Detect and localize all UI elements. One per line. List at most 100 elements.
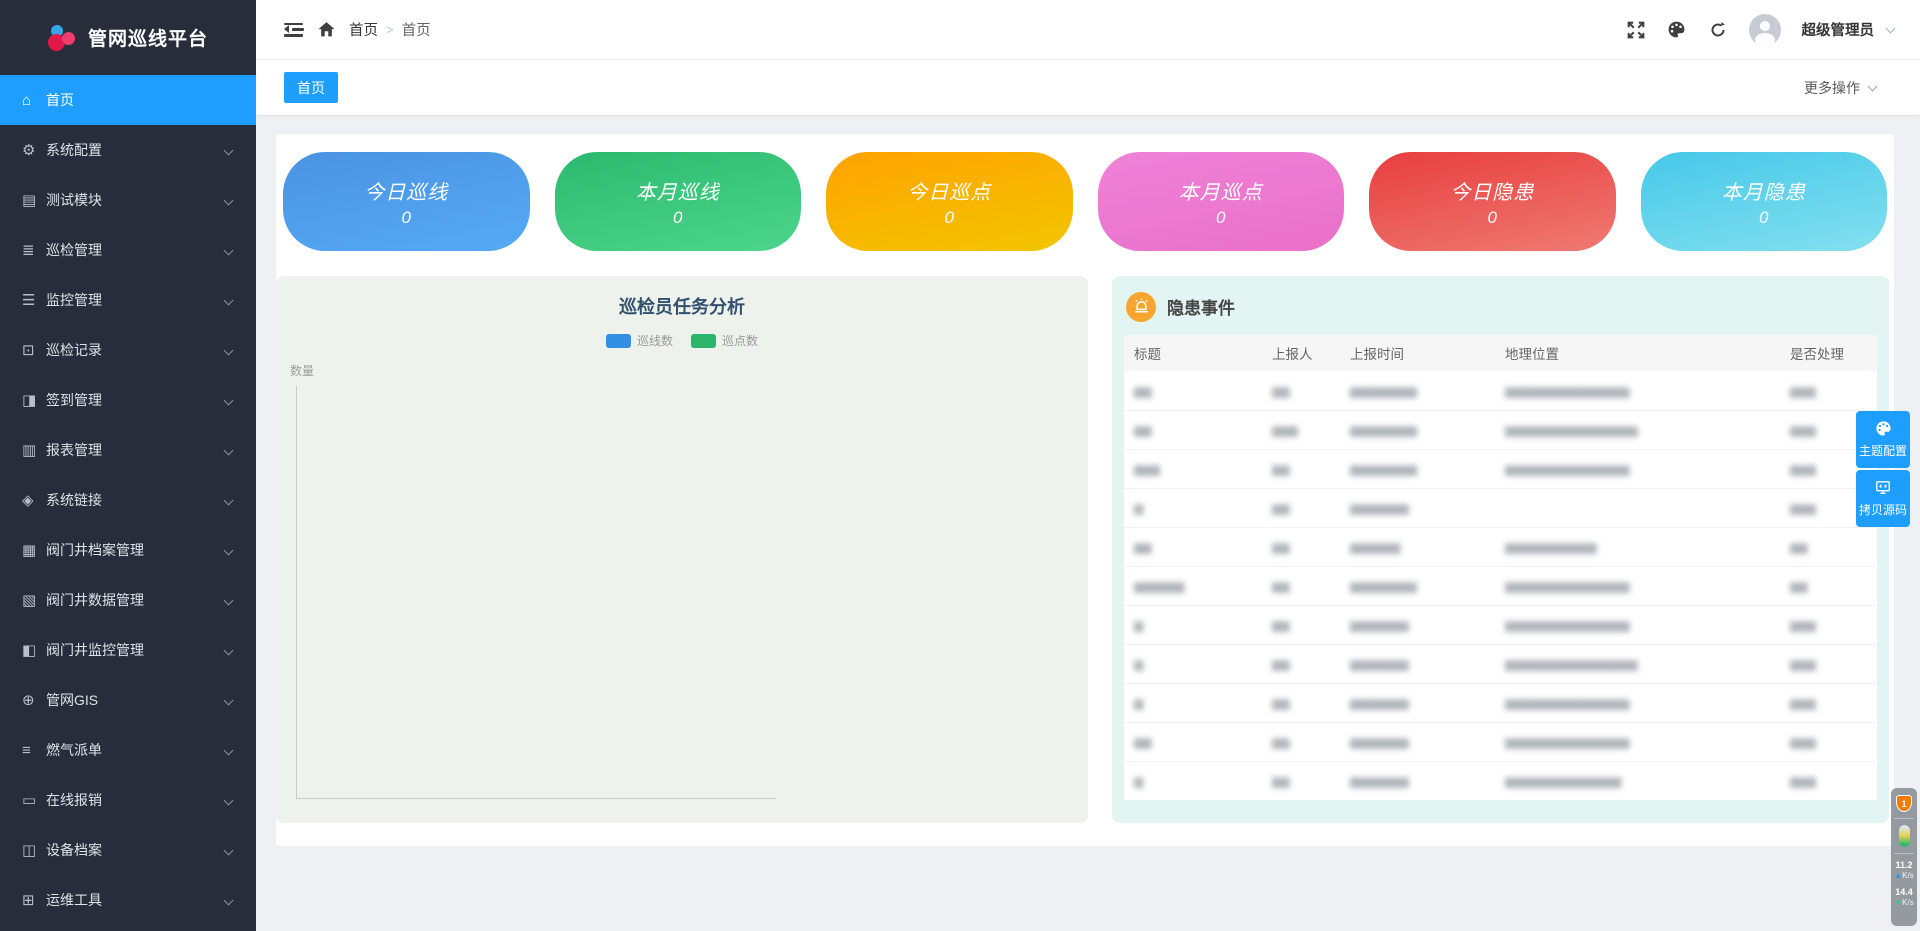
user-avatar[interactable] bbox=[1749, 14, 1781, 46]
chart-y-axis-line bbox=[296, 386, 297, 798]
redacted-text: ▆▆▆▆▆▆▆▆▆▆▆▆▆▆ bbox=[1505, 774, 1620, 788]
theme-palette-icon[interactable] bbox=[1667, 20, 1687, 40]
cell-title: ▆▆▆▆▆▆ bbox=[1124, 567, 1262, 605]
home-icon[interactable] bbox=[318, 20, 335, 40]
sidebar-item-label: 管网GIS bbox=[46, 690, 98, 710]
sidebar: 管网巡线平台 ⌂首页⚙系统配置▤测试模块≣巡检管理☰监控管理⊡巡检记录◨签到管理… bbox=[0, 0, 256, 931]
sidebar-item-home[interactable]: ⌂首页 bbox=[0, 75, 256, 125]
sidebar-item-online-expense[interactable]: ▭在线报销 bbox=[0, 775, 256, 825]
column-header: 标题 bbox=[1124, 335, 1262, 371]
cell-reporter: ▆▆ bbox=[1262, 489, 1340, 527]
legend-swatch bbox=[606, 334, 631, 348]
user-name[interactable]: 超级管理员 bbox=[1802, 19, 1875, 40]
user-menu-chevron-down-icon[interactable] bbox=[1886, 23, 1896, 33]
book-icon: ◨ bbox=[22, 391, 46, 409]
stat-card[interactable]: 今日巡点 0 bbox=[826, 152, 1073, 251]
stat-card-label: 今日巡点 bbox=[907, 176, 991, 205]
table-row: ▆▆▆▆▆▆▆▆▆▆▆▆▆▆▆▆▆▆▆▆▆▆▆▆▆▆▆▆▆▆▆ bbox=[1124, 449, 1877, 488]
breadcrumb-current: 首页 bbox=[402, 19, 431, 40]
redacted-text: ▆▆▆▆▆▆▆ bbox=[1350, 735, 1408, 749]
arrow-down-icon: ▼ bbox=[1894, 898, 1902, 907]
sidebar-item-test-modules[interactable]: ▤测试模块 bbox=[0, 175, 256, 225]
cell-time: ▆▆▆▆▆▆ bbox=[1340, 528, 1495, 566]
redacted-text: ▆▆ bbox=[1134, 735, 1150, 749]
legend-item[interactable]: 巡线数 bbox=[606, 332, 673, 349]
fullscreen-icon[interactable] bbox=[1626, 20, 1646, 40]
redacted-text: ▆▆▆ bbox=[1790, 423, 1815, 437]
redacted-text: ▆▆ bbox=[1272, 540, 1288, 554]
cell-location: ▆▆▆▆▆▆▆▆▆▆▆▆▆▆▆▆ bbox=[1495, 411, 1780, 449]
stat-card[interactable]: 今日隐患0 bbox=[1369, 152, 1616, 251]
sidebar-item-inspection-mgmt[interactable]: ≣巡检管理 bbox=[0, 225, 256, 275]
cell-reporter: ▆▆▆ bbox=[1262, 411, 1340, 449]
refresh-icon[interactable] bbox=[1708, 20, 1728, 40]
stat-card[interactable]: 本月巡点0 bbox=[1098, 152, 1345, 251]
cell-time: ▆▆▆▆▆▆▆▆ bbox=[1340, 567, 1495, 605]
sidebar-item-gas-dispatch[interactable]: ≡燃气派单 bbox=[0, 725, 256, 775]
tab-home[interactable]: 首页 bbox=[284, 72, 338, 103]
stat-card[interactable]: 今日巡线0 bbox=[283, 152, 530, 251]
cell-title: ▆▆ bbox=[1124, 723, 1262, 761]
breadcrumb-root[interactable]: 首页 bbox=[349, 19, 378, 40]
redacted-text: ▆▆▆▆▆▆▆▆ bbox=[1350, 462, 1416, 476]
table-row: ▆▆▆▆▆▆▆▆▆▆▆▆▆▆▆▆▆▆▆▆▆▆▆ bbox=[1124, 527, 1877, 566]
table-row: ▆▆▆▆▆▆▆▆▆▆▆▆▆ bbox=[1124, 488, 1877, 527]
sidebar-item-monitoring-mgmt[interactable]: ☰监控管理 bbox=[0, 275, 256, 325]
redacted-text: ▆▆ bbox=[1272, 462, 1288, 476]
gear-icon: ⚙ bbox=[22, 141, 46, 159]
cell-location: ▆▆▆▆▆▆▆▆▆▆▆▆▆▆▆ bbox=[1495, 723, 1780, 761]
cell-reporter: ▆▆ bbox=[1262, 645, 1340, 683]
hazard-events-panel: 隐患事件 标题上报人上报时间地理位置是否处理 ▆▆▆▆▆▆▆▆▆▆▆▆▆▆▆▆▆… bbox=[1112, 276, 1889, 823]
stat-card-value: 0 bbox=[673, 208, 682, 228]
cell-title: ▆ bbox=[1124, 684, 1262, 722]
sidebar-collapse-icon[interactable] bbox=[284, 23, 304, 37]
redacted-text: ▆▆▆ bbox=[1134, 462, 1159, 476]
breadcrumb: 首页 > 首页 bbox=[349, 19, 431, 40]
stat-card[interactable]: 本月巡线0 bbox=[555, 152, 802, 251]
stat-card[interactable]: 本月隐患0 bbox=[1641, 152, 1888, 251]
chevron-down-icon bbox=[224, 546, 234, 556]
cell-reporter: ▆▆ bbox=[1262, 528, 1340, 566]
sidebar-item-pipeline-gis[interactable]: ⊕管网GIS bbox=[0, 675, 256, 725]
sidebar-item-valve-monitor-mgmt[interactable]: ◧阀门井监控管理 bbox=[0, 625, 256, 675]
net-monitor-widget[interactable]: 1 11.2 ▲K/s 14.4 ▼K/s bbox=[1891, 788, 1917, 926]
redacted-text: ▆▆▆ bbox=[1790, 735, 1815, 749]
sidebar-item-valve-archive-mgmt[interactable]: ▦阀门井档案管理 bbox=[0, 525, 256, 575]
sidebar-item-label: 在线报销 bbox=[46, 790, 102, 810]
cell-location: ▆▆▆▆▆▆▆▆▆▆▆▆▆▆ bbox=[1495, 762, 1780, 800]
sidebar-item-signin-mgmt[interactable]: ◨签到管理 bbox=[0, 375, 256, 425]
cell-reporter: ▆▆ bbox=[1262, 371, 1340, 410]
cell-status: ▆▆▆ bbox=[1780, 645, 1877, 683]
cell-time: ▆▆▆▆▆▆▆▆ bbox=[1340, 371, 1495, 410]
chevron-down-icon bbox=[224, 146, 234, 156]
sidebar-item-report-mgmt[interactable]: ▥报表管理 bbox=[0, 425, 256, 475]
gis-icon: ⊕ bbox=[22, 691, 46, 709]
sidebar-item-device-archive[interactable]: ◫设备档案 bbox=[0, 825, 256, 875]
more-operations-label: 更多操作 bbox=[1804, 78, 1860, 98]
stats-row: 今日巡线0本月巡线0今日巡点0本月巡点0今日隐患0本月隐患0 bbox=[283, 152, 1887, 251]
legend-label: 巡线数 bbox=[637, 332, 673, 349]
chevron-down-icon bbox=[224, 796, 234, 806]
copy-source-button[interactable]: 拷贝源码 bbox=[1856, 470, 1910, 527]
redacted-text: ▆▆ bbox=[1272, 657, 1288, 671]
redacted-text: ▆▆▆ bbox=[1790, 384, 1815, 398]
redacted-text: ▆▆ bbox=[1134, 540, 1150, 554]
sidebar-item-system-config[interactable]: ⚙系统配置 bbox=[0, 125, 256, 175]
redacted-text: ▆ bbox=[1134, 774, 1142, 788]
theme-config-button[interactable]: 主题配置 bbox=[1856, 411, 1910, 468]
chart-y-axis-label: 数量 bbox=[290, 362, 314, 379]
sidebar-item-system-links[interactable]: ◈系统链接 bbox=[0, 475, 256, 525]
redacted-text: ▆▆▆ bbox=[1790, 462, 1815, 476]
more-operations-button[interactable]: 更多操作 bbox=[1804, 78, 1876, 98]
sidebar-item-inspection-records[interactable]: ⊡巡检记录 bbox=[0, 325, 256, 375]
redacted-text: ▆▆▆▆▆▆▆▆ bbox=[1350, 384, 1416, 398]
stat-card-value: 0 bbox=[1216, 208, 1225, 228]
redacted-text: ▆▆ bbox=[1134, 384, 1150, 398]
legend-item[interactable]: 巡点数 bbox=[691, 332, 758, 349]
sidebar-item-ops-tools[interactable]: ⊞运维工具 bbox=[0, 875, 256, 925]
monitor-icon bbox=[1874, 480, 1892, 496]
floating-tools: 主题配置 拷贝源码 bbox=[1856, 411, 1910, 527]
sidebar-item-valve-data-mgmt[interactable]: ▧阀门井数据管理 bbox=[0, 575, 256, 625]
stat-card-value: 0 bbox=[945, 208, 954, 228]
arrow-up-icon: ▲ bbox=[1894, 871, 1902, 880]
